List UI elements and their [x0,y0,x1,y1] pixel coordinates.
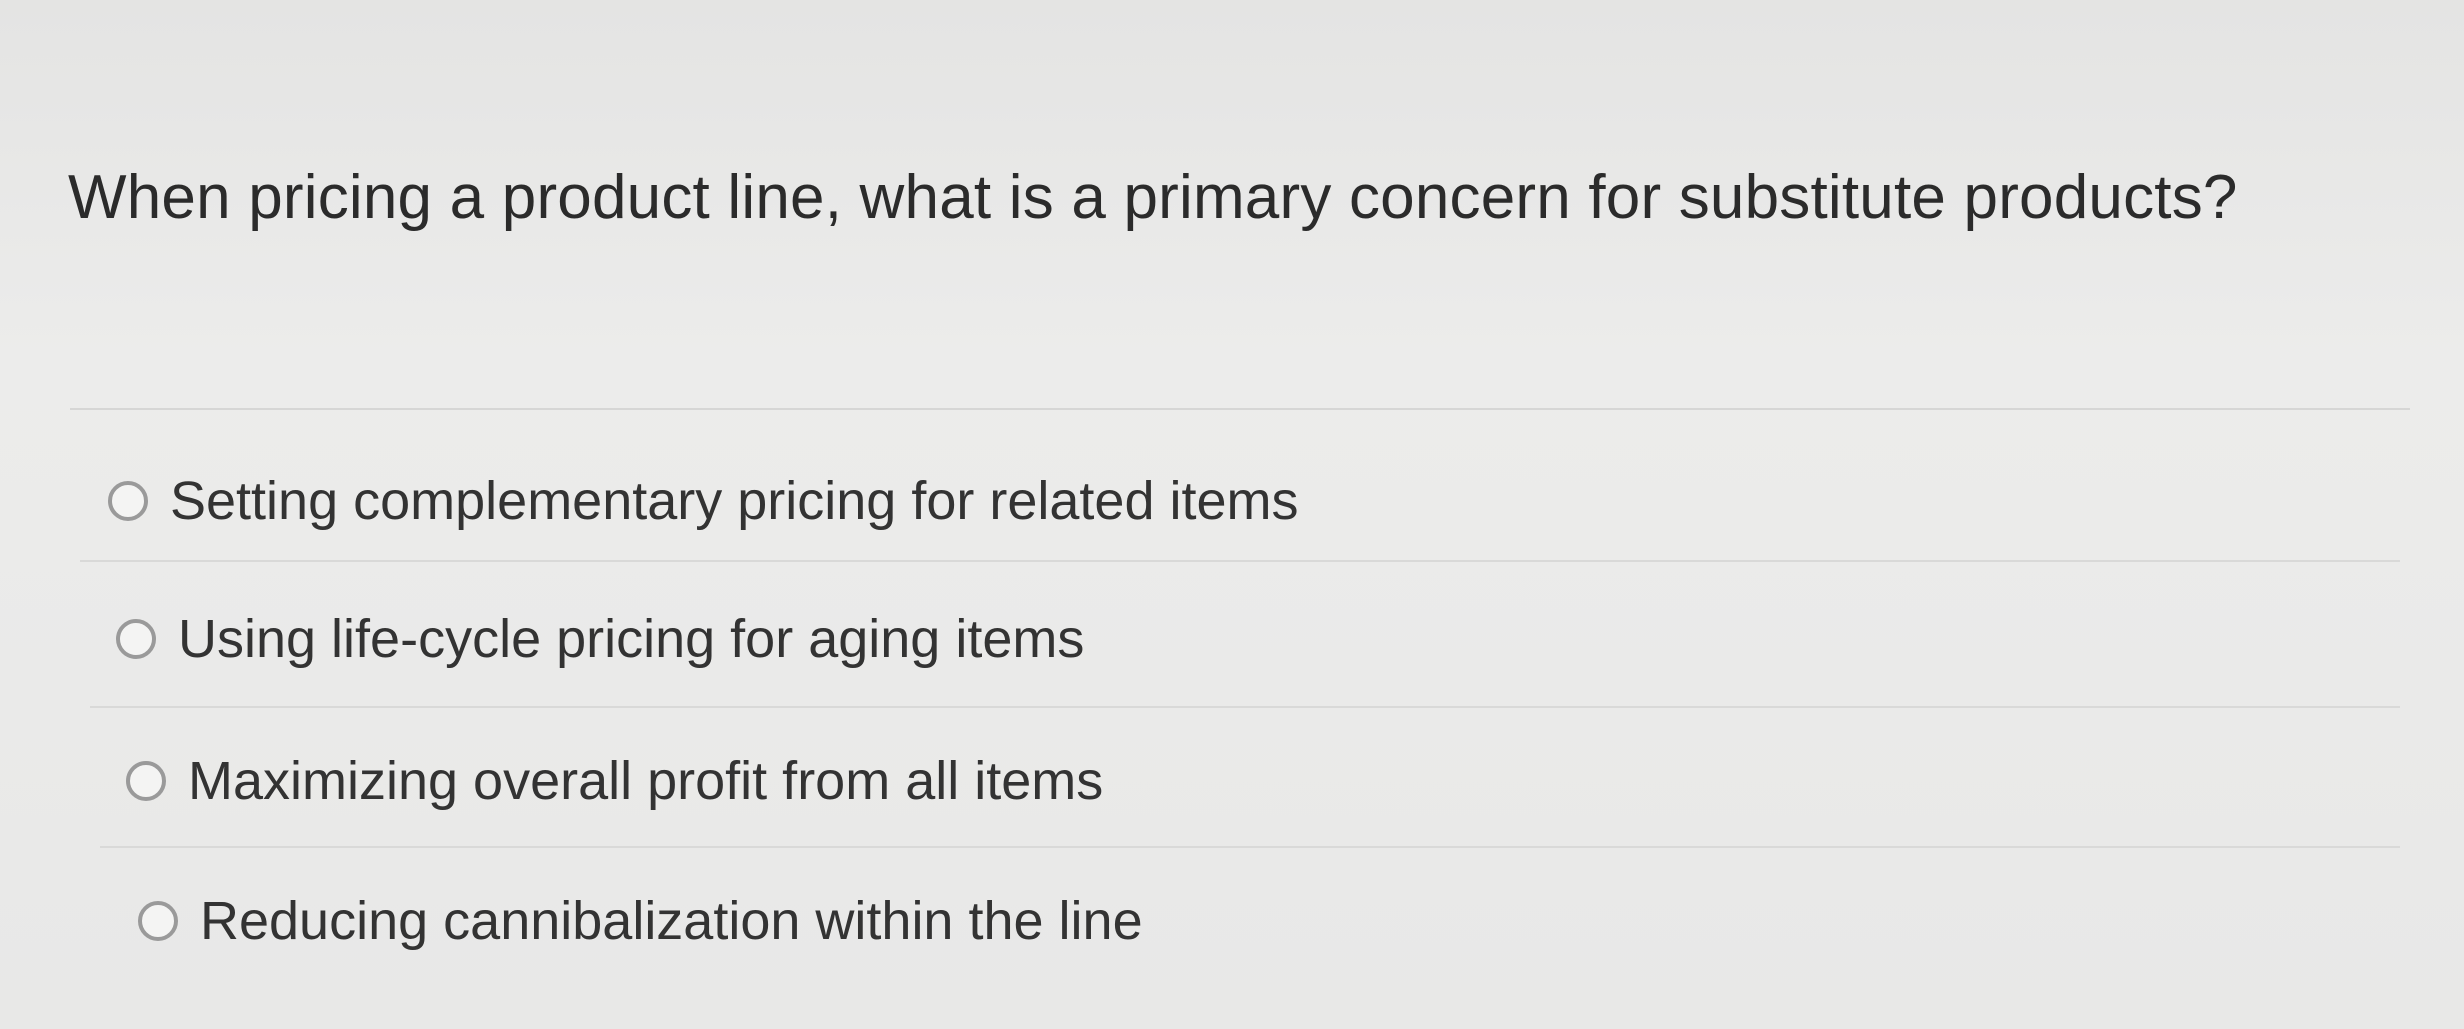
option-divider [90,706,2400,708]
radio-button-icon[interactable] [138,901,178,941]
answer-option-label: Maximizing overall profit from all items [188,751,1104,811]
answer-option-label: Using life-cycle pricing for aging items [178,609,1085,669]
question-text: When pricing a product line, what is a p… [68,163,2238,232]
radio-button-icon[interactable] [126,761,166,801]
answer-option-4[interactable]: Reducing cannibalization within the line [138,850,1143,992]
option-divider [100,846,2400,848]
answer-option-1[interactable]: Setting complementary pricing for relate… [108,430,1299,572]
answer-option-3[interactable]: Maximizing overall profit from all items [126,710,1103,852]
answer-option-label: Reducing cannibalization within the line [200,891,1143,951]
answer-option-2[interactable]: Using life-cycle pricing for aging items [116,568,1084,710]
option-divider [80,560,2400,562]
quiz-screen: When pricing a product line, what is a p… [0,0,2464,1029]
radio-button-icon[interactable] [108,481,148,521]
radio-button-icon[interactable] [116,619,156,659]
answer-option-label: Setting complementary pricing for relate… [170,471,1299,531]
question-divider [70,408,2410,410]
